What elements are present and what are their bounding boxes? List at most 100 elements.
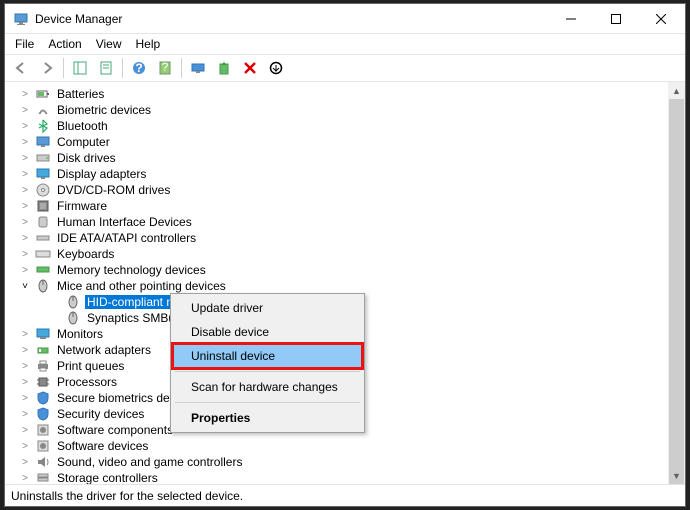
expand-arrow-icon[interactable]: > <box>19 153 31 164</box>
expand-arrow-icon[interactable]: > <box>19 393 31 404</box>
tree-item[interactable]: ˅Mice and other pointing devices <box>13 278 677 294</box>
device-icon <box>35 278 51 294</box>
tree-item-label: Print queues <box>55 359 126 373</box>
tree-item[interactable]: >Human Interface Devices <box>13 214 677 230</box>
disable-button[interactable] <box>264 56 288 80</box>
expand-arrow-icon[interactable]: > <box>19 345 31 356</box>
expand-arrow-icon[interactable]: > <box>19 377 31 388</box>
scan-hardware-button[interactable] <box>186 56 210 80</box>
expand-arrow-icon[interactable]: > <box>19 121 31 132</box>
tree-item[interactable]: >IDE ATA/ATAPI controllers <box>13 230 677 246</box>
device-icon <box>35 230 51 246</box>
device-icon <box>35 262 51 278</box>
tree-item[interactable]: > Software devices <box>13 438 677 454</box>
device-icon <box>35 470 51 484</box>
forward-button[interactable] <box>35 56 59 80</box>
expand-arrow-icon[interactable]: > <box>19 329 31 340</box>
tree-item[interactable]: >Bluetooth <box>13 118 677 134</box>
menu-uninstall-device[interactable]: Uninstall device <box>173 344 362 368</box>
expand-arrow-icon[interactable]: > <box>19 185 31 196</box>
tree-item[interactable]: >DVD/CD-ROM drives <box>13 182 677 198</box>
tree-item[interactable]: > Disk drives <box>13 150 677 166</box>
device-icon <box>35 86 51 102</box>
menu-file[interactable]: File <box>9 35 40 53</box>
tree-item-label: Memory technology devices <box>55 263 208 277</box>
expand-arrow-icon[interactable]: > <box>19 233 31 244</box>
menu-properties[interactable]: Properties <box>173 406 362 430</box>
tree-item[interactable]: >Biometric devices <box>13 102 677 118</box>
expand-arrow-icon[interactable]: > <box>19 473 31 484</box>
device-icon <box>35 390 51 406</box>
status-text: Uninstalls the driver for the selected d… <box>11 489 243 503</box>
back-button[interactable] <box>9 56 33 80</box>
menu-separator <box>175 402 360 403</box>
maximize-button[interactable] <box>593 4 638 33</box>
device-icon <box>35 102 51 118</box>
expand-arrow-icon[interactable]: > <box>19 265 31 276</box>
toolbar: ? ? <box>5 54 685 82</box>
scroll-thumb[interactable] <box>669 99 684 484</box>
expand-arrow-icon[interactable]: > <box>19 361 31 372</box>
update-driver-button[interactable] <box>212 56 236 80</box>
tree-item[interactable]: > Batteries <box>13 86 677 102</box>
expand-arrow-icon[interactable]: > <box>19 409 31 420</box>
close-button[interactable] <box>638 4 683 33</box>
expand-arrow-icon[interactable]: > <box>19 105 31 116</box>
tree-item[interactable]: >Storage controllers <box>13 470 677 484</box>
device-icon <box>35 454 51 470</box>
expand-arrow-icon[interactable]: > <box>19 457 31 468</box>
expand-arrow-icon[interactable]: > <box>19 441 31 452</box>
tree-item[interactable]: >Computer <box>13 134 677 150</box>
tree-item-label: Secure biometrics dev <box>55 391 178 405</box>
show-hide-tree-button[interactable] <box>68 56 92 80</box>
menu-action[interactable]: Action <box>42 35 87 53</box>
expand-arrow-icon[interactable]: > <box>19 201 31 212</box>
context-menu: Update driver Disable device Uninstall d… <box>170 293 365 433</box>
svg-text:?: ? <box>162 61 169 74</box>
tree-item-label: Disk drives <box>55 151 118 165</box>
device-icon <box>35 182 51 198</box>
menu-scan-hardware[interactable]: Scan for hardware changes <box>173 375 362 399</box>
vertical-scrollbar[interactable]: ▲ ▼ <box>668 82 685 484</box>
minimize-button[interactable] <box>548 4 593 33</box>
tree-item[interactable]: > Firmware <box>13 198 677 214</box>
uninstall-button[interactable] <box>238 56 262 80</box>
menu-view[interactable]: View <box>90 35 128 53</box>
help-button[interactable]: ? <box>127 56 151 80</box>
tree-item-label: Firmware <box>55 199 109 213</box>
tree-item[interactable]: > Display adapters <box>13 166 677 182</box>
scroll-down-button[interactable]: ▼ <box>668 467 685 484</box>
menu-separator <box>175 371 360 372</box>
expand-arrow-icon[interactable]: > <box>19 217 31 228</box>
toolbar-separator <box>181 58 182 78</box>
device-icon <box>35 134 51 150</box>
tree-item[interactable]: > Memory technology devices <box>13 262 677 278</box>
device-icon <box>35 246 51 262</box>
device-icon <box>35 198 51 214</box>
tree-item-label: Batteries <box>55 87 106 101</box>
menubar: File Action View Help <box>5 34 685 54</box>
expand-arrow-icon[interactable]: > <box>19 249 31 260</box>
window-title: Device Manager <box>35 12 548 26</box>
device-icon <box>35 358 51 374</box>
expand-arrow-icon[interactable]: ˅ <box>19 281 31 292</box>
tree-item[interactable]: >Keyboards <box>13 246 677 262</box>
tree-item-label: Display adapters <box>55 167 148 181</box>
device-icon <box>35 166 51 182</box>
device-icon <box>35 150 51 166</box>
device-icon <box>35 438 51 454</box>
toolbar-separator <box>63 58 64 78</box>
expand-arrow-icon[interactable]: > <box>19 169 31 180</box>
expand-arrow-icon[interactable]: > <box>19 89 31 100</box>
expand-arrow-icon[interactable]: > <box>19 137 31 148</box>
help2-button[interactable]: ? <box>153 56 177 80</box>
menu-update-driver[interactable]: Update driver <box>173 296 362 320</box>
properties-button[interactable] <box>94 56 118 80</box>
tree-item[interactable]: >Sound, video and game controllers <box>13 454 677 470</box>
menu-disable-device[interactable]: Disable device <box>173 320 362 344</box>
tree-item-label: Software devices <box>55 439 150 453</box>
scroll-up-button[interactable]: ▲ <box>668 82 685 99</box>
menu-help[interactable]: Help <box>130 35 167 53</box>
titlebar: Device Manager <box>5 4 685 34</box>
expand-arrow-icon[interactable]: > <box>19 425 31 436</box>
